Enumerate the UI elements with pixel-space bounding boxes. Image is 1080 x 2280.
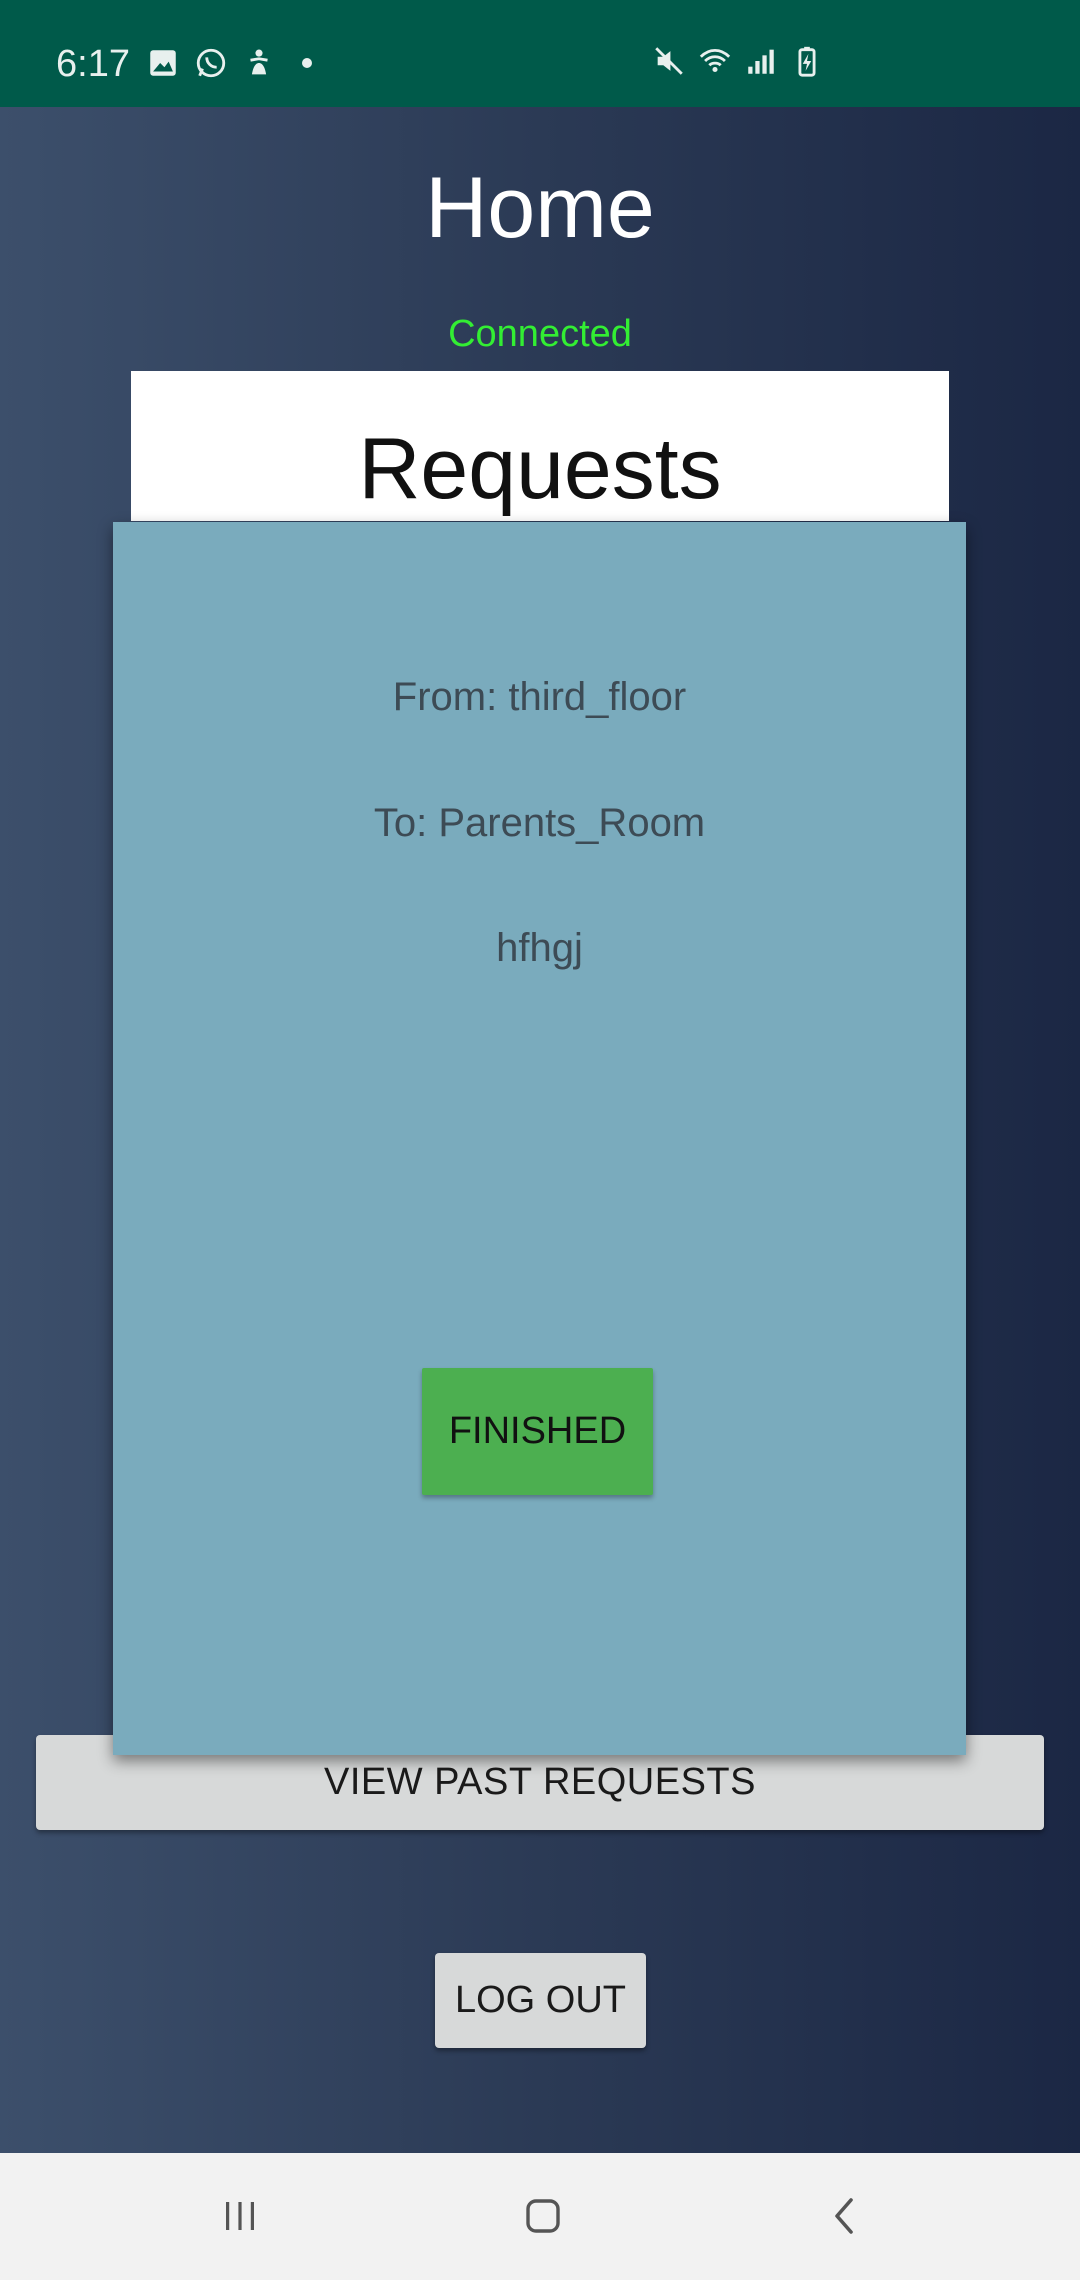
request-from: From: third_floor bbox=[392, 675, 687, 719]
status-icons-right bbox=[652, 44, 824, 78]
connection-status: Connected bbox=[448, 313, 632, 355]
accessibility-icon bbox=[250, 49, 268, 75]
system-nav-bar bbox=[0, 2153, 1080, 2280]
whatsapp-icon bbox=[196, 48, 226, 78]
status-bar: 6:17 bbox=[0, 0, 1080, 107]
requests-panel: Requests bbox=[131, 371, 949, 521]
mute-icon bbox=[655, 47, 683, 75]
status-time: 6:17 bbox=[56, 43, 130, 85]
app-screen: 6:17 Home Connected Requests VIEW PAST R… bbox=[0, 0, 1080, 2280]
signal-icon bbox=[748, 49, 774, 74]
requests-title: Requests bbox=[358, 421, 722, 517]
notification-dot-icon bbox=[302, 58, 312, 68]
request-message: hfhgj bbox=[496, 926, 583, 970]
logout-button[interactable]: LOG OUT bbox=[435, 1953, 646, 2048]
back-icon[interactable] bbox=[810, 2181, 880, 2251]
home-icon[interactable] bbox=[508, 2181, 578, 2251]
request-to: To: Parents_Room bbox=[373, 801, 706, 845]
image-icon bbox=[150, 50, 176, 76]
recent-apps-icon[interactable] bbox=[205, 2181, 275, 2251]
battery-charging-icon bbox=[798, 46, 816, 77]
request-card: From: third_floor To: Parents_Room hfhgj… bbox=[113, 522, 966, 1755]
wifi-icon bbox=[699, 48, 731, 73]
page-title: Home bbox=[425, 160, 655, 256]
status-icons-left bbox=[146, 46, 312, 80]
finished-button[interactable]: FINISHED bbox=[422, 1368, 653, 1495]
